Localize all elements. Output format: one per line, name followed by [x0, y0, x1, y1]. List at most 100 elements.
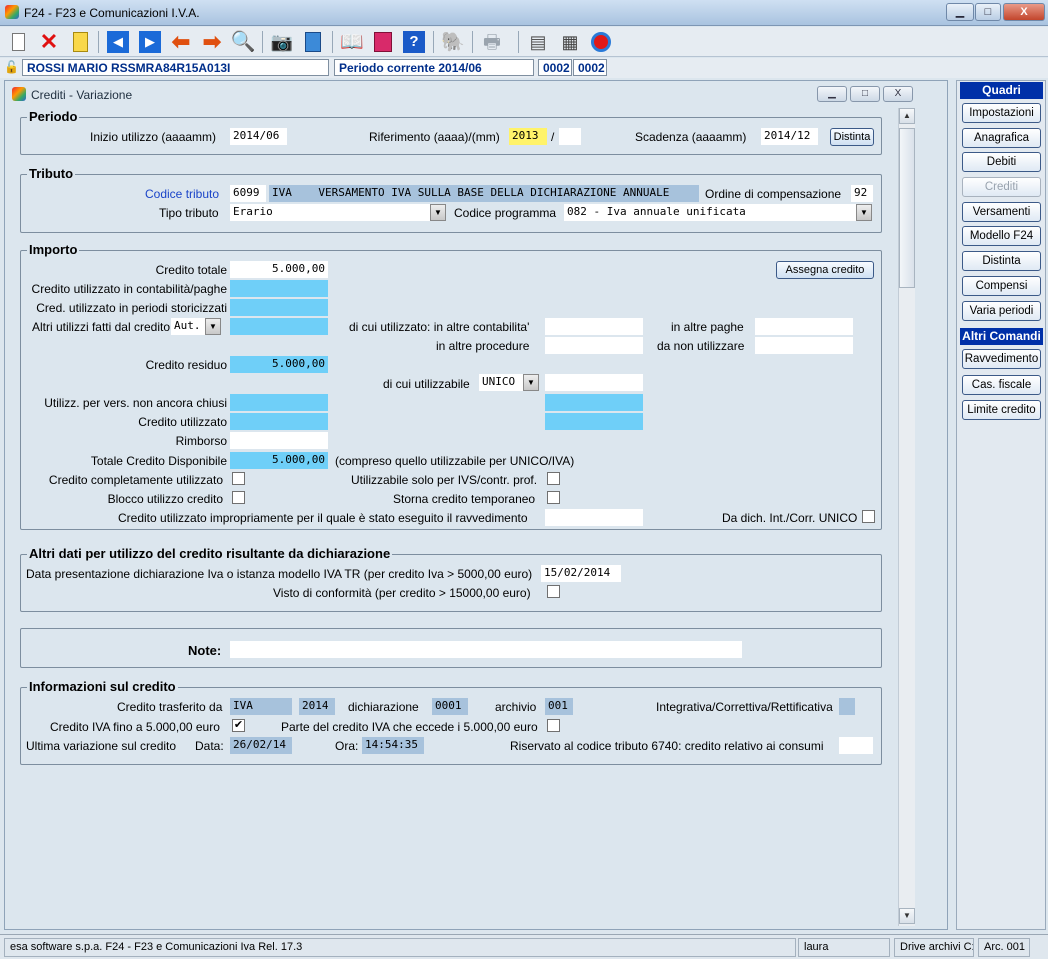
debiti-button[interactable]: Debiti — [962, 152, 1041, 172]
di-cui-label: di cui utilizzato: in altre contabilita' — [349, 320, 530, 334]
tipo-tributo-select[interactable]: Erario — [230, 204, 430, 221]
dichiarazione-label: dichiarazione — [348, 700, 419, 714]
vers-non-chiusi-field[interactable] — [230, 394, 328, 411]
chevron-down-icon[interactable]: ▼ — [523, 374, 539, 391]
storna-checkbox[interactable] — [547, 491, 560, 504]
vers-non-chiusi-right-field[interactable] — [545, 394, 643, 411]
search-icon[interactable]: 🔍 — [230, 29, 256, 55]
help-icon[interactable]: ? — [401, 29, 427, 55]
minimize-button[interactable]: ▁ — [946, 3, 974, 21]
totale-disponibile-note: (compreso quello utilizzabile per UNICO/… — [335, 454, 575, 468]
inizio-label: Inizio utilizzo (aaaamm) — [90, 130, 217, 144]
visto-checkbox[interactable] — [547, 585, 560, 598]
app-icon — [5, 5, 19, 19]
distinta-side-button[interactable]: Distinta — [962, 251, 1041, 271]
child-minimize-button[interactable]: ▁ — [817, 86, 847, 102]
cas-fiscale-button[interactable]: Cas. fiscale — [962, 375, 1041, 395]
chevron-down-icon[interactable]: ▼ — [205, 318, 221, 335]
fino-5000-checkbox[interactable]: ✔ — [232, 719, 245, 732]
lock-icon: 🔓 — [4, 60, 19, 74]
document-icon[interactable] — [67, 29, 93, 55]
data-presentazione-field[interactable]: 15/02/2014 — [541, 565, 621, 582]
scanner-icon[interactable]: ▤ — [525, 29, 551, 55]
scroll-up-icon[interactable]: ▲ — [899, 108, 915, 124]
chevron-down-icon[interactable]: ▼ — [856, 204, 872, 221]
first-icon[interactable]: ◀ — [105, 29, 131, 55]
credito-utilizzato-right-field[interactable] — [545, 413, 643, 430]
tributo-legend: Tributo — [27, 166, 76, 181]
ordine-field[interactable]: 92 — [851, 185, 873, 202]
calendar-icon[interactable]: ▦ — [557, 29, 583, 55]
anagrafica-button[interactable]: Anagrafica — [962, 128, 1041, 148]
impropriamente-field[interactable] — [545, 509, 643, 526]
completamente-utilizzato-label: Credito completamente utilizzato — [48, 473, 223, 487]
altre-contabilita-field[interactable] — [545, 318, 643, 335]
assegna-credito-button[interactable]: Assegna credito — [776, 261, 874, 279]
codice-programma-select[interactable]: 082 - Iva annuale unificata — [564, 204, 856, 221]
storicizzati-field[interactable] — [230, 299, 328, 316]
chevron-down-icon[interactable]: ▼ — [430, 204, 446, 221]
impostazioni-button[interactable]: Impostazioni — [962, 103, 1041, 123]
status-archive: Arc. 001 — [978, 938, 1030, 957]
limite-credito-button[interactable]: Limite credito — [962, 400, 1041, 420]
new-icon[interactable] — [5, 29, 31, 55]
completamente-utilizzato-checkbox[interactable] — [232, 472, 245, 485]
impropriamente-label: Credito utilizzato impropriamente per il… — [118, 511, 528, 525]
riservato-field[interactable] — [839, 737, 873, 754]
exit-icon[interactable] — [588, 29, 614, 55]
note-field[interactable] — [230, 641, 742, 658]
scroll-thumb[interactable] — [899, 128, 915, 288]
next-icon[interactable]: ▶ — [137, 29, 163, 55]
codice-tributo-label[interactable]: Codice tributo — [145, 187, 219, 201]
scadenza-field[interactable]: 2014/12 — [761, 128, 818, 145]
elephant-icon[interactable]: 🐘 — [440, 29, 466, 55]
non-utilizzare-field[interactable] — [755, 337, 853, 354]
utilizzabile-select[interactable]: UNICO — [479, 374, 523, 391]
distinta-button[interactable]: Distinta — [830, 128, 874, 146]
slash-label: / — [551, 130, 555, 144]
periodo-legend: Periodo — [27, 109, 80, 124]
altri-utilizzi-field[interactable] — [230, 318, 328, 335]
vertical-scrollbar[interactable]: ▲ ▼ — [898, 108, 915, 926]
eccede-checkbox[interactable] — [547, 719, 560, 732]
close-button[interactable]: X — [1003, 3, 1045, 21]
child-close-button[interactable]: X — [883, 86, 913, 102]
separator — [472, 31, 473, 53]
importo-legend: Importo — [27, 242, 80, 257]
scroll-down-icon[interactable]: ▼ — [899, 908, 915, 924]
altri-utilizzi-select[interactable]: Aut. — [171, 318, 205, 335]
pink-book-icon[interactable] — [370, 29, 396, 55]
rimborso-label: Rimborso — [175, 434, 227, 448]
modello-f24-button[interactable]: Modello F24 — [962, 226, 1041, 246]
inizio-field[interactable]: 2014/06 — [230, 128, 287, 145]
ravvedimento-button[interactable]: Ravvedimento — [962, 349, 1041, 369]
utilizzabile-field[interactable] — [545, 374, 643, 391]
altre-paghe-label: in altre paghe — [671, 320, 744, 334]
contabilita-field[interactable] — [230, 280, 328, 297]
versamenti-button[interactable]: Versamenti — [962, 202, 1041, 222]
varia-periodi-button[interactable]: Varia periodi — [962, 301, 1041, 321]
compensi-button[interactable]: Compensi — [962, 276, 1041, 296]
redo-icon[interactable]: ➡ — [199, 29, 225, 55]
blocco-checkbox[interactable] — [232, 491, 245, 504]
calculator-icon[interactable] — [300, 29, 326, 55]
delete-icon[interactable]: ✕ — [36, 29, 62, 55]
riferimento-month-field[interactable] — [559, 128, 581, 145]
printer-icon[interactable]: 🖶 — [479, 29, 505, 55]
credito-utilizzato-field[interactable] — [230, 413, 328, 430]
book-icon[interactable]: 📖 — [339, 29, 365, 55]
altre-paghe-field[interactable] — [755, 318, 853, 335]
ivs-checkbox[interactable] — [547, 472, 560, 485]
altre-procedure-field[interactable] — [545, 337, 643, 354]
codice-tributo-field[interactable]: 6099 — [230, 185, 266, 202]
child-maximize-button[interactable]: □ — [850, 86, 880, 102]
credito-totale-field[interactable]: 5.000,00 — [230, 261, 328, 278]
camera-icon[interactable]: 📷 — [269, 29, 295, 55]
riferimento-year-field[interactable]: 2013 — [509, 128, 547, 145]
dich-int-checkbox[interactable] — [862, 510, 875, 523]
ultima-variazione-label: Ultima variazione sul credito — [26, 739, 177, 753]
undo-icon[interactable]: ⬅ — [168, 29, 194, 55]
rimborso-field[interactable] — [230, 432, 328, 449]
crediti-button[interactable]: Crediti — [962, 177, 1041, 197]
maximize-button[interactable]: □ — [975, 3, 1001, 21]
